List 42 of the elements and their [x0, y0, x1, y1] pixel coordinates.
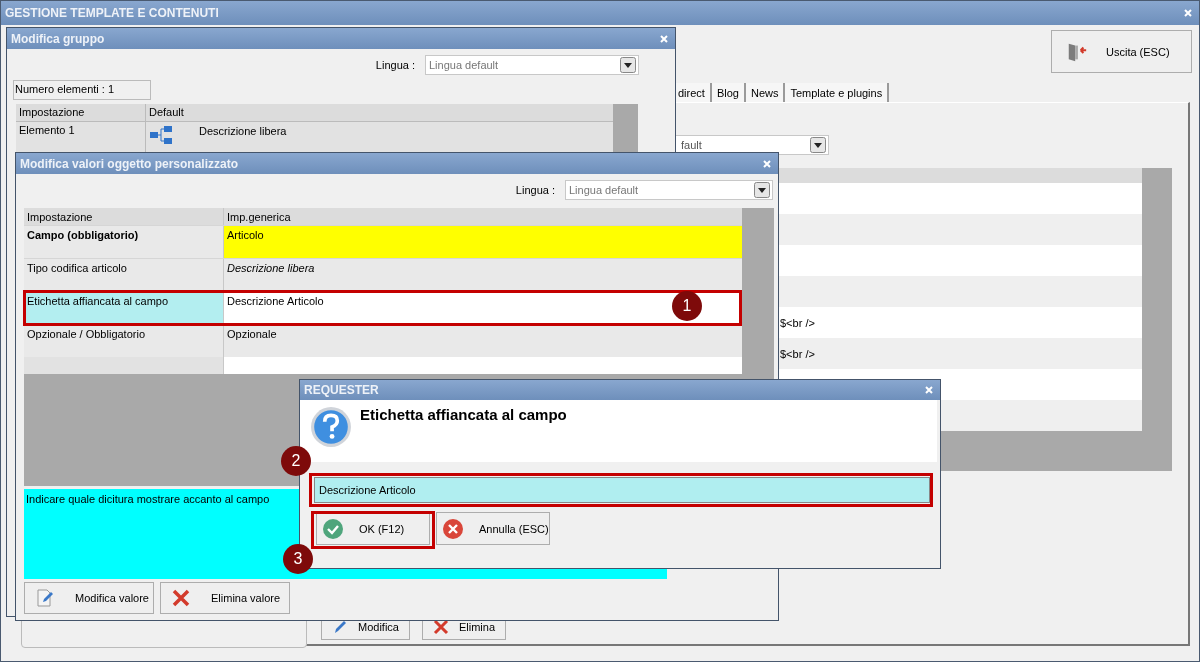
table-cell: Etichetta affiancata al campo: [24, 292, 224, 324]
ok-button[interactable]: OK (F12): [316, 512, 430, 545]
table-cell: $<br />: [780, 316, 815, 329]
tab[interactable]: News: [745, 83, 786, 102]
cross-circle-icon: [443, 518, 463, 539]
edit-value-button[interactable]: Modifica valore: [24, 582, 154, 614]
cancel-button[interactable]: Annulla (ESC): [436, 512, 550, 545]
close-icon[interactable]: [924, 385, 934, 395]
cross-icon: [432, 619, 449, 635]
column-header: Imp.generica: [226, 210, 292, 225]
close-icon[interactable]: [659, 33, 669, 44]
count-label: Numero elementi : 1: [13, 80, 151, 100]
window-title: GESTIONE TEMPLATE E CONTENUTI: [5, 6, 219, 20]
check-icon: [323, 518, 343, 539]
tree-structure-icon: [149, 125, 173, 145]
pencil-icon: [332, 619, 348, 635]
exit-button[interactable]: Uscita (ESC): [1051, 30, 1192, 73]
dialog-title: Modifica gruppo: [11, 31, 105, 46]
language-select[interactable]: Lingua default: [565, 180, 773, 200]
table-cell-text: Descrizione libera: [226, 261, 316, 276]
question-icon: [310, 406, 352, 448]
tab[interactable]: Blog: [711, 83, 746, 102]
delete-value-button[interactable]: Elimina valore: [160, 582, 290, 614]
close-icon[interactable]: [762, 158, 772, 169]
question-text: Etichetta affiancata al campo: [360, 406, 567, 425]
close-icon[interactable]: [1183, 8, 1193, 18]
pencil-document-icon: [35, 588, 55, 608]
table-cell: Tipo codifica articolo: [24, 259, 224, 291]
table-cell-text: Opzionale: [226, 327, 278, 342]
input-field[interactable]: Descrizione Articolo: [314, 477, 930, 503]
cross-icon: [171, 588, 191, 608]
table-cell-text: Descrizione libera: [199, 125, 287, 139]
column-header: Default: [148, 105, 185, 120]
dialog-title: Modifica valori oggetto personalizzato: [20, 156, 239, 171]
tab[interactable]: Template e plugins: [785, 83, 890, 102]
table-cell: $<br />: [780, 347, 815, 360]
language-select[interactable]: Lingua default: [425, 55, 639, 75]
table-cell: Articolo: [224, 226, 742, 258]
dialog-title: REQUESTER: [304, 383, 379, 397]
language-label: Lingua :: [375, 59, 415, 71]
language-label: Lingua :: [515, 184, 555, 196]
column-header: Impostazione: [16, 104, 146, 121]
